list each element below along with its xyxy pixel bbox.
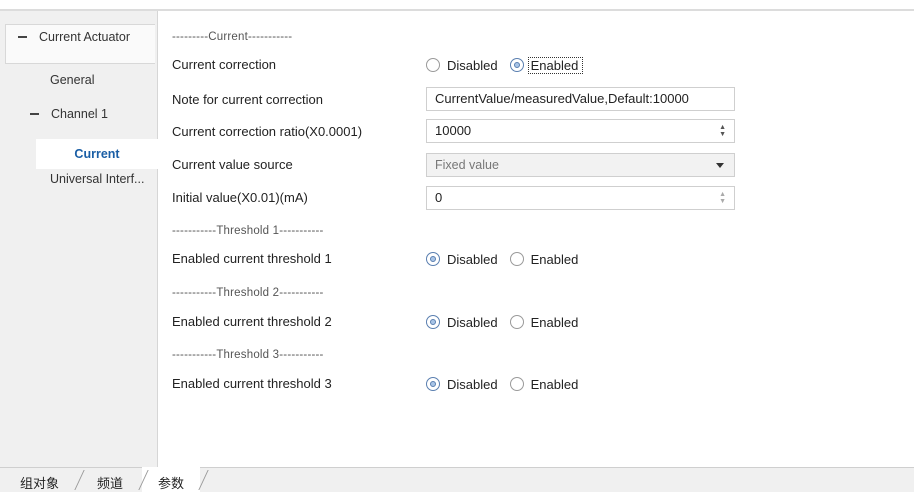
radio-label: Enabled (527, 56, 584, 74)
note-label: Note for current correction (172, 92, 324, 107)
radio-label: Enabled (530, 376, 579, 392)
current-correction-radio-group: Disabled Enabled (426, 55, 595, 75)
collapse-icon[interactable] (30, 112, 39, 115)
threshold-3-radio-group: Disabled Enabled (426, 374, 590, 394)
bottom-tab-bar: 组对象 频道 参数 (0, 467, 914, 492)
threshold-3-label: Enabled current threshold 3 (172, 376, 332, 391)
radio-label: Disabled (447, 57, 498, 73)
sidebar-item-label: Universal Interf... (50, 172, 145, 186)
tree-item-label: Current Actuator (39, 30, 131, 44)
section-header-current: ---------Current----------- (172, 31, 293, 43)
correction-ratio-label: Current correction ratio(X0.0001) (172, 124, 363, 139)
tab-divider (74, 470, 85, 490)
threshold-2-enabled-radio[interactable]: Enabled (509, 314, 579, 330)
sidebar-item-label: General (50, 73, 95, 87)
initial-value-value: 0 (435, 190, 443, 205)
section-header-threshold-2: -----------Threshold 2----------- (172, 287, 324, 299)
radio-icon (509, 252, 524, 266)
current-correction-label: Current correction (172, 57, 277, 72)
sidebar-item-current[interactable]: Current (36, 139, 158, 169)
note-field[interactable]: CurrentValue/measuredValue,Default:10000 (426, 87, 735, 111)
correction-ratio-input[interactable]: 10000 ▲ ▼ (426, 119, 735, 143)
chevron-down-icon (716, 163, 724, 168)
radio-selected-icon (426, 252, 440, 266)
radio-label: Disabled (447, 376, 498, 392)
initial-value-input[interactable]: 0 ▲ ▼ (426, 186, 735, 210)
radio-icon (426, 58, 440, 72)
correction-ratio-value: 10000 (435, 123, 472, 138)
threshold-2-radio-group: Disabled Enabled (426, 312, 590, 332)
spinner-arrows-icon[interactable]: ▲ ▼ (719, 191, 726, 205)
current-value-source-value: Fixed value (435, 158, 499, 172)
radio-icon (509, 377, 524, 391)
sidebar-tree: Current Actuator General Channel 1 Curre… (0, 11, 158, 467)
section-header-threshold-3: -----------Threshold 3----------- (172, 349, 324, 361)
threshold-2-disabled-radio[interactable]: Disabled (426, 315, 498, 330)
sidebar-item-label: Current (74, 147, 120, 161)
parameter-panel: ---------Current----------- Current corr… (158, 11, 914, 467)
radio-label: Disabled (447, 314, 498, 330)
current-correction-enabled-radio[interactable]: Enabled (509, 56, 584, 74)
radio-selected-icon (426, 315, 440, 329)
radio-label: Enabled (530, 314, 579, 330)
tab-channels[interactable]: 频道 (97, 473, 123, 492)
sidebar-item-general[interactable]: General (50, 73, 94, 87)
note-value: CurrentValue/measuredValue,Default:10000 (435, 91, 689, 106)
tree-item-current-actuator[interactable]: Current Actuator (18, 30, 130, 44)
radio-label: Disabled (447, 251, 498, 267)
current-value-source-label: Current value source (172, 157, 293, 172)
sidebar-item-universal-interface[interactable]: Universal Interf... (50, 172, 144, 186)
threshold-2-label: Enabled current threshold 2 (172, 314, 332, 329)
radio-selected-icon (509, 58, 524, 72)
threshold-1-disabled-radio[interactable]: Disabled (426, 252, 498, 267)
current-correction-disabled-radio[interactable]: Disabled (426, 58, 498, 73)
section-header-threshold-1: -----------Threshold 1----------- (172, 225, 324, 237)
tab-parameters[interactable]: 参数 (158, 473, 184, 492)
spinner-arrows-icon[interactable]: ▲ ▼ (719, 124, 726, 138)
threshold-3-enabled-radio[interactable]: Enabled (509, 376, 579, 392)
initial-value-label: Initial value(X0.01)(mA) (172, 190, 308, 205)
threshold-3-disabled-radio[interactable]: Disabled (426, 377, 498, 392)
current-value-source-select[interactable]: Fixed value (426, 153, 735, 177)
sidebar-item-label: Channel 1 (51, 107, 108, 121)
tab-group-objects[interactable]: 组对象 (20, 473, 59, 492)
threshold-1-radio-group: Disabled Enabled (426, 249, 590, 269)
threshold-1-enabled-radio[interactable]: Enabled (509, 251, 579, 267)
sidebar-item-channel-1[interactable]: Channel 1 (30, 107, 108, 121)
radio-label: Enabled (530, 251, 579, 267)
threshold-1-label: Enabled current threshold 1 (172, 251, 332, 266)
radio-icon (509, 315, 524, 329)
radio-selected-icon (426, 377, 440, 391)
collapse-icon[interactable] (18, 35, 27, 38)
